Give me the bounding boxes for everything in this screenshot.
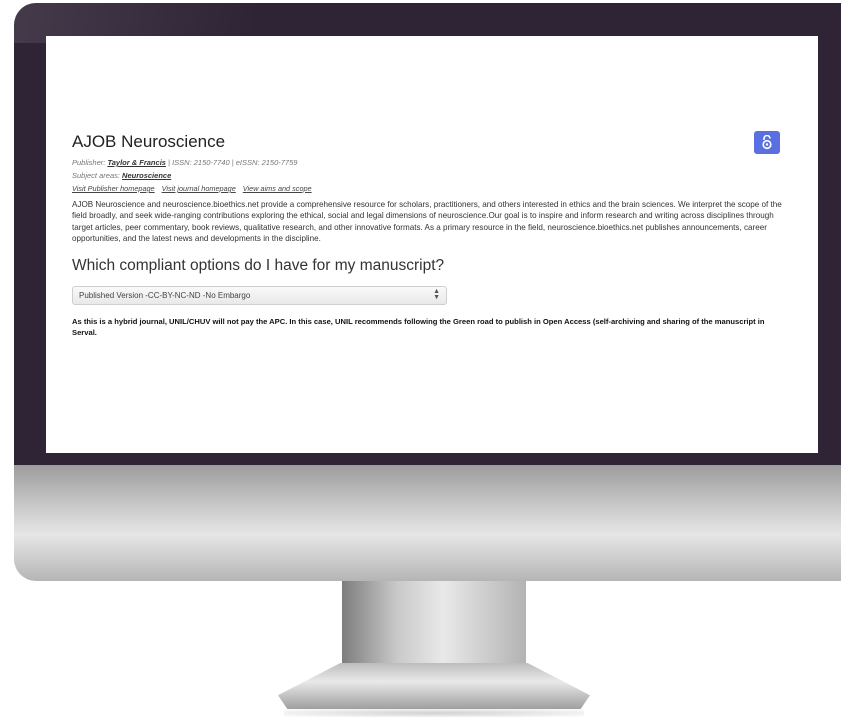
monitor-stand-neck xyxy=(342,581,526,667)
publisher-link[interactable]: Taylor & Francis xyxy=(107,158,166,167)
subject-link[interactable]: Neuroscience xyxy=(122,171,171,180)
journal-description: AJOB Neuroscience and neuroscience.bioet… xyxy=(72,200,782,244)
publisher-label: Publisher: xyxy=(72,158,106,167)
compliant-options-select[interactable]: Published Version -CC-BY-NC-ND -No Embar… xyxy=(72,285,447,305)
options-title: Which compliant options do I have for my… xyxy=(72,256,445,274)
journal-homepage-link[interactable]: Visit journal homepage xyxy=(162,184,236,193)
journal-links: Visit Publisher homepage Visit journal h… xyxy=(72,184,792,193)
select-value: Published Version -CC-BY-NC-ND -No Embar… xyxy=(79,290,251,300)
subject-label: Subject areas: xyxy=(72,171,120,180)
publisher-line: Publisher: Taylor & Francis | ISSN: 2150… xyxy=(72,158,792,167)
subject-line: Subject areas: Neuroscience xyxy=(72,171,792,180)
journal-content: AJOB Neuroscience Publisher: Taylor & Fr… xyxy=(72,132,792,338)
select-arrows-icon: ▲ ▼ xyxy=(433,288,440,302)
monitor-chin xyxy=(14,465,841,581)
publisher-homepage-link[interactable]: Visit Publisher homepage xyxy=(72,184,155,193)
monitor-stand-base xyxy=(278,663,590,709)
issn-text: | ISSN: 2150-7740 | eISSN: 2150-7759 xyxy=(168,158,298,167)
monitor-screen: AJOB Neuroscience Publisher: Taylor & Fr… xyxy=(46,36,818,453)
hybrid-notice: As this is a hybrid journal, UNIL/CHUV w… xyxy=(72,316,765,337)
journal-title: AJOB Neuroscience xyxy=(72,132,226,151)
aims-scope-link[interactable]: View aims and scope xyxy=(243,184,312,193)
monitor-stand-shadow xyxy=(284,709,584,717)
